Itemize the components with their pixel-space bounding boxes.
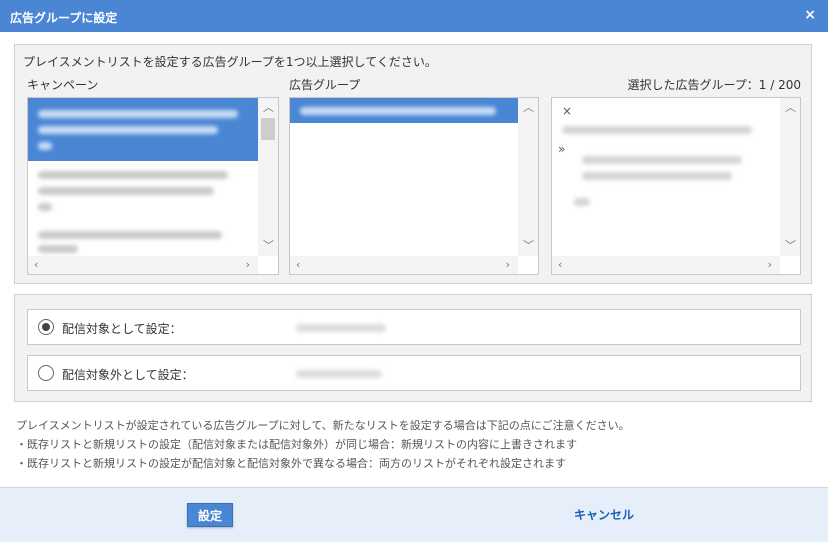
chevron-up-icon[interactable]: ︿: [523, 102, 534, 114]
adgroup-list-horizontal-scrollbar[interactable]: ‹ ›: [290, 256, 518, 274]
campaign-list-vertical-scrollbar[interactable]: ︿ ﹀: [258, 98, 278, 256]
selection-instruction: プレイスメントリストを設定する広告グループを1つ以上選択してください。: [23, 55, 437, 69]
exclude-radio[interactable]: [38, 365, 54, 381]
adgroup-settings-dialog: 広告グループに設定 × プレイスメントリストを設定する広告グループを1つ以上選択…: [0, 0, 828, 542]
expand-icon[interactable]: »: [558, 142, 565, 156]
campaign-list-item[interactable]: [28, 161, 258, 223]
campaign-list[interactable]: ︿ ﹀ ‹ ›: [27, 97, 279, 275]
exclude-option-label: 配信対象外として設定：: [62, 368, 194, 382]
selected-list-horizontal-scrollbar[interactable]: ‹ ›: [552, 256, 780, 274]
chevron-left-icon[interactable]: ‹: [296, 259, 300, 271]
chevron-right-icon[interactable]: ›: [768, 259, 772, 271]
chevron-right-icon[interactable]: ›: [246, 259, 250, 271]
cancel-button[interactable]: キャンセル: [574, 506, 634, 523]
campaign-list-item-selected[interactable]: [28, 98, 258, 161]
dialog-titlebar: 広告グループに設定 ×: [0, 0, 828, 32]
include-option-label: 配信対象として設定：: [62, 322, 182, 336]
include-option-row[interactable]: 配信対象として設定：: [27, 309, 801, 345]
adgroup-list[interactable]: ︿ ﹀ ‹ ›: [289, 97, 539, 275]
close-icon[interactable]: ×: [804, 7, 816, 23]
caution-note-both: ・既存リストと新規リストの設定が配信対象と配信対象外で異なる場合：両方のリストが…: [16, 457, 566, 470]
selected-adgroup-list[interactable]: × » ︿ ﹀ ‹ ›: [551, 97, 801, 275]
include-radio[interactable]: [38, 319, 54, 335]
chevron-left-icon[interactable]: ‹: [558, 259, 562, 271]
chevron-down-icon[interactable]: ﹀: [523, 240, 534, 252]
adgroup-list-item-selected[interactable]: [290, 98, 518, 123]
caution-note-overwrite: ・既存リストと新規リストの設定（配信対象または配信対象外）が同じ場合：新規リスト…: [16, 438, 577, 451]
selected-list-vertical-scrollbar[interactable]: ︿ ﹀: [780, 98, 800, 256]
set-button[interactable]: 設定: [187, 503, 233, 527]
dialog-title: 広告グループに設定: [10, 11, 118, 25]
campaign-list-item[interactable]: [28, 223, 258, 253]
chevron-up-icon[interactable]: ︿: [785, 102, 796, 114]
selected-adgroup-counter: 選択した広告グループ：1 / 200: [627, 78, 802, 92]
exclude-option-row[interactable]: 配信対象外として設定：: [27, 355, 801, 391]
caution-note-intro: プレイスメントリストが設定されている広告グループに対して、新たなリストを設定する…: [16, 419, 630, 432]
chevron-left-icon[interactable]: ‹: [34, 259, 38, 271]
dialog-footer: 設定 キャンセル: [0, 487, 828, 542]
adgroup-column-label: 広告グループ: [289, 78, 361, 92]
campaign-list-scroll-thumb[interactable]: [261, 118, 275, 140]
caution-notes: プレイスメントリストが設定されている広告グループに対して、新たなリストを設定する…: [16, 416, 630, 473]
chevron-down-icon[interactable]: ﹀: [785, 240, 796, 252]
chevron-up-icon[interactable]: ︿: [263, 102, 274, 114]
chevron-right-icon[interactable]: ›: [506, 259, 510, 271]
remove-selected-icon[interactable]: ×: [562, 104, 572, 118]
delivery-option-panel: 配信対象として設定： 配信対象外として設定：: [14, 294, 812, 402]
campaign-column-label: キャンペーン: [27, 78, 99, 92]
campaign-list-horizontal-scrollbar[interactable]: ‹ ›: [28, 256, 258, 274]
adgroup-list-vertical-scrollbar[interactable]: ︿ ﹀: [518, 98, 538, 256]
adgroup-selection-panel: プレイスメントリストを設定する広告グループを1つ以上選択してください。 キャンペ…: [14, 44, 812, 284]
chevron-down-icon[interactable]: ﹀: [263, 240, 274, 252]
